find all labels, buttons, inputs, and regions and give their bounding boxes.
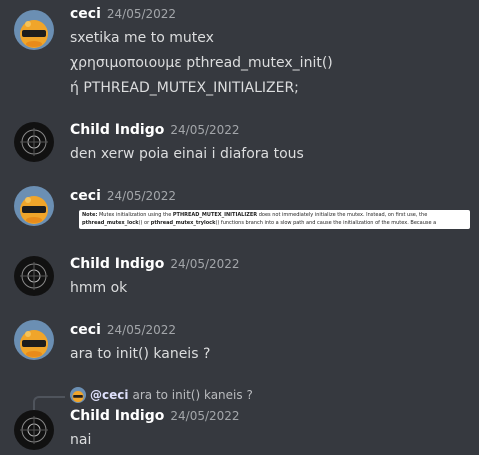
- author-name[interactable]: Child Indigo 24/05/2022: [70, 122, 240, 138]
- child-indigo-avatar[interactable]: [14, 122, 54, 162]
- message-text: hmm ok: [70, 280, 128, 296]
- message-timestamp: 24/05/2022: [106, 7, 177, 21]
- message-timestamp: 24/05/2022: [170, 257, 240, 271]
- reply-mention[interactable]: @ceci: [90, 388, 128, 402]
- dark-pattern-avatar-icon: [14, 410, 54, 450]
- message-timestamp: 24/05/2022: [170, 409, 240, 423]
- duck-with-sunglasses-icon: [14, 10, 54, 50]
- author-name[interactable]: Child Indigo 24/05/2022: [70, 256, 240, 272]
- message-timestamp: 24/05/2022: [106, 323, 177, 337]
- message-text: ή PTHREAD_MUTEX_INITIALIZER;: [70, 80, 299, 96]
- child-indigo-avatar[interactable]: [14, 410, 54, 450]
- message-text: χρησιμοποιουμε pthread_mutex_init(): [70, 55, 333, 71]
- doc-image-attachment[interactable]: Note: Mutex initialization using the PTH…: [79, 210, 470, 229]
- ceci-avatar[interactable]: [14, 186, 54, 226]
- message-text: sxetika me to mutex: [70, 30, 214, 46]
- message-text: ara to init() kaneis ?: [70, 346, 211, 362]
- ceci-avatar[interactable]: [14, 10, 54, 50]
- message-text: nai: [70, 432, 92, 448]
- ceci-avatar[interactable]: [14, 320, 54, 360]
- message-timestamp: 24/05/2022: [170, 123, 240, 137]
- chat-messages: ceci 24/05/2022 sxetika me to mutex χρησι…: [0, 0, 479, 455]
- child-indigo-avatar[interactable]: [14, 256, 54, 296]
- author-name[interactable]: ceci 24/05/2022: [70, 322, 176, 338]
- reply-snippet: ara to init() kaneis ?: [132, 388, 253, 402]
- duck-with-sunglasses-icon: [70, 387, 86, 403]
- duck-with-sunglasses-icon: [14, 186, 54, 226]
- author-name[interactable]: ceci 24/05/2022: [70, 188, 176, 204]
- reply-avatar[interactable]: [70, 387, 86, 403]
- dark-pattern-avatar-icon: [14, 122, 54, 162]
- dark-pattern-avatar-icon: [14, 256, 54, 296]
- author-name[interactable]: Child Indigo 24/05/2022: [70, 408, 240, 424]
- reply-preview[interactable]: @ceci ara to init() kaneis ?: [90, 388, 253, 402]
- author-name[interactable]: ceci 24/05/2022: [70, 6, 176, 22]
- duck-with-sunglasses-icon: [14, 320, 54, 360]
- message-text: den xerw poia einai i diafora tous: [70, 146, 304, 162]
- message-timestamp: 24/05/2022: [106, 189, 177, 203]
